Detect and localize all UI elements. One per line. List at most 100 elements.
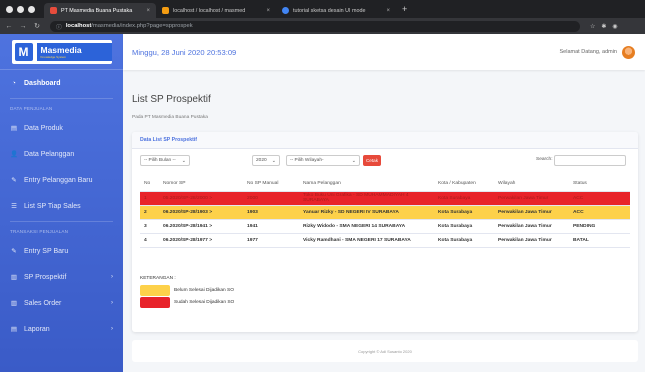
legend-label: Sudah Selesai Dijadikan SO (174, 299, 235, 305)
close-tab-icon[interactable]: × (266, 8, 270, 14)
cell-nama-pelanggan: Vicky Ramdhani - SMA NEGERI 17 SURABAYA (299, 233, 434, 248)
cell-kota: Kota Surabaya (434, 191, 494, 206)
sidebar-item-entry-pelanggan[interactable]: ✎ Entry Pelanggan Baru (0, 167, 123, 193)
back-arrow-icon[interactable]: ← (4, 23, 14, 30)
cell-nama-pelanggan: Rizky Widodo - SMA NEGERI 14 SURABAYA (299, 219, 434, 234)
cell-status: PENDING (569, 219, 630, 234)
table-row: 1 05.2020/SP-28/2000 > 2000 Toko Buku Un… (140, 191, 630, 206)
new-tab-button[interactable]: + (396, 4, 407, 14)
cell-no: 1 (140, 191, 159, 206)
card-title: Data List SP Prospektif (132, 132, 638, 149)
cell-status: BATAL (569, 233, 630, 248)
sidebar-item-data-produk[interactable]: ▤ Data Produk (0, 115, 123, 141)
cell-nomor-sp-link[interactable]: 06.2020/SP-28/1977 > (159, 233, 243, 248)
forward-arrow-icon[interactable]: → (18, 23, 28, 30)
list-icon: ☰ (11, 203, 17, 210)
column-header[interactable]: No (140, 177, 159, 192)
column-header[interactable]: No SP Manual (243, 177, 299, 192)
tab-title: PT Masmedia Buana Pustaka (61, 7, 133, 14)
table-row: 3 06.2020/SP-28/1941 > 1941 Rizky Widodo… (140, 219, 630, 234)
google-favicon-icon (282, 7, 289, 14)
sidebar-heading-transaksi: TRANSAKSI PENJUALAN (10, 228, 69, 234)
sidebar-item-data-pelanggan[interactable]: 👤 Data Pelanggan (0, 141, 123, 167)
sidebar-item-sp-prospektif[interactable]: ▥ SP Prospektif › (0, 264, 123, 290)
year-select[interactable]: 2020 ⌄ (252, 155, 280, 166)
column-header[interactable]: Status (569, 177, 630, 192)
month-select-value: -- Pilih Bulan -- (144, 158, 176, 163)
chevron-down-icon: ⌄ (181, 157, 186, 164)
close-tab-icon[interactable]: × (146, 8, 150, 14)
cell-no: 3 (140, 219, 159, 234)
current-datetime: Minggu, 28 Juni 2020 20:53:09 (132, 47, 237, 57)
table-icon: ▤ (10, 125, 18, 132)
sidebar-item-label: SP Prospektif (24, 273, 67, 281)
search-input[interactable] (554, 155, 626, 166)
legend-swatch-yellow (140, 284, 170, 296)
legend-item-belum: Belum Selesai Dijadikan SO (140, 284, 234, 296)
browser-tab-tutorial[interactable]: tutorial sketsa desain UI mode × (276, 3, 396, 18)
cell-nomor-sp-link[interactable]: 06.2020/SP-28/1941 > (159, 219, 243, 234)
sidebar-item-entry-sp[interactable]: ✎ Entry SP Baru (0, 238, 123, 264)
sidebar-item-sales-order[interactable]: ▥ Sales Order › (0, 290, 123, 316)
maximize-window-button[interactable] (28, 5, 35, 13)
column-header[interactable]: Nama Pelanggan (299, 177, 434, 192)
url-input[interactable]: ⓘ localhost /masmedia/index.php?page=spp… (50, 20, 580, 32)
top-navbar: Minggu, 28 Juni 2020 20:53:09 Selamat Da… (123, 34, 645, 70)
sidebar-item-label: Laporan (24, 325, 50, 333)
chart-icon: ▥ (10, 300, 18, 307)
minimize-window-button[interactable] (17, 5, 24, 13)
column-header[interactable]: Kota / Kabupaten (434, 177, 494, 192)
chart-icon: ▥ (10, 274, 18, 281)
region-select-value: -- Pilih Wilayah- (290, 158, 324, 163)
cell-sp-manual: 2000 (243, 191, 299, 206)
site-favicon-icon (50, 7, 57, 14)
cell-wilayah: Perwakilan Jawa Timur (494, 219, 569, 234)
cell-nomor-sp-link[interactable]: 06.2020/SP-28/1903 > (159, 205, 243, 220)
cell-wilayah: Perwakilan Jawa Timur (494, 233, 569, 248)
tab-title: localhost / localhost / masmed (173, 7, 246, 14)
brand[interactable]: M Masmedia Knowledge System (0, 34, 123, 70)
month-select[interactable]: -- Pilih Bulan -- ⌄ (140, 155, 190, 166)
sidebar-divider (10, 98, 113, 99)
legend-label: Belum Selesai Dijadikan SO (174, 287, 234, 293)
profile-icon[interactable]: ◉ (612, 23, 617, 30)
user-icon: 👤 (10, 151, 19, 158)
sp-table: No Nomor SP No SP Manual Nama Pelanggan … (140, 177, 630, 248)
sidebar-item-laporan[interactable]: ▤ Laporan › (0, 316, 123, 342)
report-icon: ▤ (10, 326, 18, 333)
column-header[interactable]: Nomor SP (159, 177, 243, 192)
avatar[interactable] (622, 45, 635, 59)
region-select[interactable]: -- Pilih Wilayah- ⌄ (286, 155, 360, 166)
cell-nomor-sp-link[interactable]: 05.2020/SP-28/2000 > (159, 191, 243, 206)
cell-wilayah: Perwakilan Jawa Timur (494, 191, 569, 206)
legend-item-sudah: Sudah Selesai Dijadikan SO (140, 296, 234, 308)
print-button[interactable]: Cetak (363, 155, 381, 166)
close-tab-icon[interactable]: × (386, 8, 390, 14)
sidebar-item-label: Sales Order (24, 299, 62, 307)
sidebar-item-label: Data Pelanggan (24, 150, 75, 158)
browser-tab-masmedia[interactable]: PT Masmedia Buana Pustaka × (44, 3, 156, 18)
table-row: 2 06.2020/SP-28/1903 > 1903 Yanuar Rizky… (140, 205, 630, 220)
star-icon[interactable]: ☆ (590, 23, 595, 30)
column-header[interactable]: Wilayah (494, 177, 569, 192)
extension-icon[interactable]: ✱ (601, 23, 606, 30)
chevron-right-icon: › (111, 300, 113, 306)
site-info-icon[interactable]: ⓘ (56, 22, 62, 31)
url-host: localhost (65, 23, 92, 29)
sidebar-divider (10, 221, 113, 222)
sidebar-item-label: Entry SP Baru (24, 247, 69, 255)
table-row: 4 06.2020/SP-28/1977 > 1977 Vicky Ramdha… (140, 233, 630, 248)
cell-sp-manual: 1903 (243, 205, 299, 220)
close-window-button[interactable] (6, 5, 13, 13)
page-title: List SP Prospektif (132, 94, 211, 105)
browser-tab-phpmyadmin[interactable]: localhost / localhost / masmed × (156, 3, 276, 18)
welcome-text[interactable]: Selamat Datang, admin (560, 49, 617, 55)
chevron-right-icon: › (111, 274, 113, 280)
sidebar-item-list-sp-sales[interactable]: ☰ List SP Tiap Sales (0, 193, 123, 219)
data-card: Data List SP Prospektif -- Pilih Bulan -… (132, 132, 638, 332)
brand-tagline: Knowledge System (40, 54, 67, 59)
cell-nama-pelanggan: Yanuar Rizky - SD NEGERI IV SURABAYA (299, 205, 434, 220)
cell-kota: Kota Surabaya (434, 233, 494, 248)
reload-icon[interactable]: ↻ (32, 22, 42, 30)
sidebar-item-dashboard[interactable]: ◔ Dashboard (0, 70, 123, 96)
